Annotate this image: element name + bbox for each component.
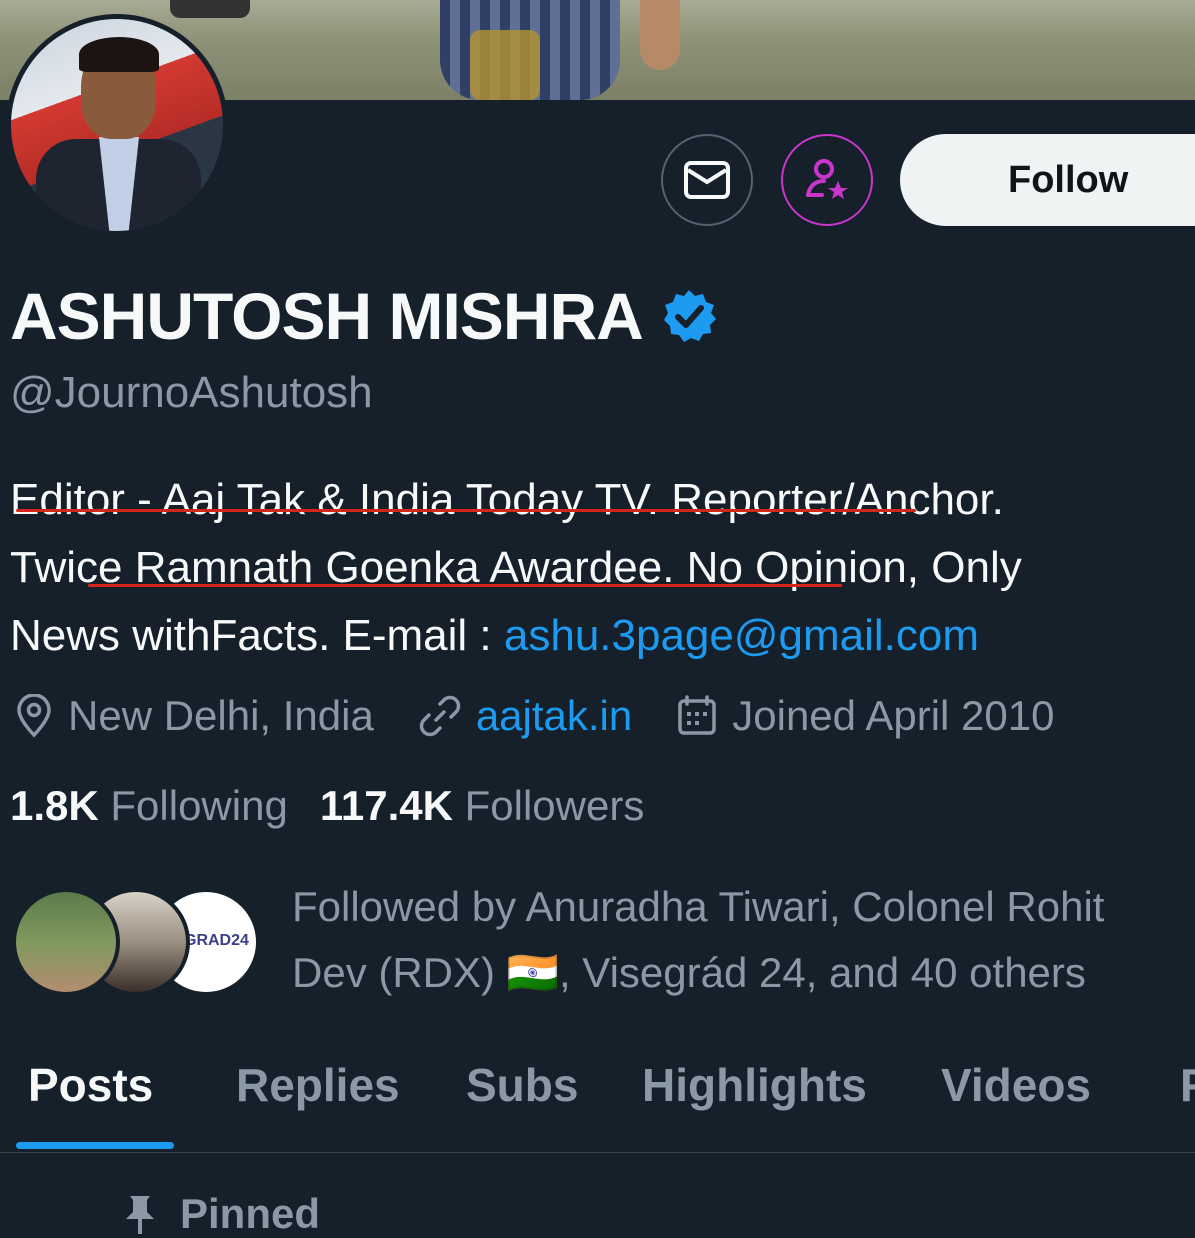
red-underline-2 [88, 584, 842, 587]
following-label: Following [110, 782, 288, 829]
profile-bio: Editor - Aaj Tak & India Today TV. Repor… [10, 466, 1190, 670]
subscribe-star-icon [806, 159, 848, 199]
tab-subs[interactable]: Subs [466, 1058, 578, 1112]
meta-joined: Joined April 2010 [676, 692, 1055, 740]
joined-text: Joined April 2010 [732, 692, 1055, 739]
message-button[interactable] [661, 134, 753, 226]
followed-by-line-2: Dev (RDX) 🇮🇳, Visegrád 24, and 40 others [292, 949, 1086, 996]
pinned-label: Pinned [180, 1190, 321, 1237]
followed-by-text[interactable]: Followed by Anuradha Tiwari, Colonel Roh… [292, 874, 1182, 1006]
following-link[interactable]: 1.8K Following [10, 782, 288, 829]
red-underline-1 [16, 509, 916, 512]
meta-location: New Delhi, India [14, 692, 374, 740]
avatar-hair [79, 37, 159, 72]
profile-name: ASHUTOSH MISHRA [10, 279, 644, 353]
mail-icon [684, 161, 730, 199]
pinned-header: Pinned [120, 1190, 320, 1238]
website-link[interactable]: aajtak.in [476, 692, 632, 740]
profile-tabs: Posts Replies Subs Highlights Videos F [0, 1052, 1195, 1153]
link-icon [419, 695, 461, 737]
pin-icon [126, 1196, 154, 1234]
bio-email-link[interactable]: ashu.3page@gmail.com [504, 611, 979, 660]
meta-website[interactable]: aajtak.in [418, 692, 632, 740]
follow-stats: 1.8K Following 117.4K Followers [10, 782, 644, 830]
followers-link[interactable]: 117.4K Followers [320, 782, 645, 829]
avatar-3-text: GRAD24 [184, 932, 249, 949]
profile-avatar[interactable] [6, 14, 228, 236]
followers-count: 117.4K [319, 782, 453, 829]
bio-line-3-text: News withFacts. E-mail : [10, 611, 504, 660]
banner-arm [640, 0, 680, 70]
followers-label: Followers [464, 782, 645, 829]
profile-handle: @JournoAshutosh [10, 368, 373, 417]
followed-by-avatar-1[interactable] [12, 888, 120, 996]
subscribe-button[interactable] [781, 134, 873, 226]
bio-line-2: Twice Ramnath Goenka Awardee. No Opinion… [10, 543, 1022, 592]
profile-name-row: ASHUTOSH MISHRA [10, 278, 717, 354]
active-tab-indicator [16, 1142, 174, 1149]
tab-replies[interactable]: Replies [236, 1058, 400, 1112]
profile-meta: New Delhi, India aajtak.in Joined April … [14, 688, 1099, 744]
followed-by-line-1: Followed by Anuradha Tiwari, Colonel Roh… [292, 883, 1105, 930]
follow-button[interactable]: Follow [900, 134, 1195, 226]
location-pin-icon [17, 694, 51, 738]
banner-bag [470, 30, 540, 100]
banner-feet [170, 0, 250, 18]
bio-line-1: Editor - Aaj Tak & India Today TV. Repor… [10, 475, 1004, 524]
tab-highlights[interactable]: Highlights [642, 1058, 867, 1112]
avatar-photo [11, 19, 223, 231]
tab-posts[interactable]: Posts [28, 1058, 153, 1112]
bio-line-3: News withFacts. E-mail : ashu.3page@gmai… [10, 602, 1190, 670]
verified-badge-icon [663, 290, 716, 342]
location-text: New Delhi, India [68, 692, 374, 739]
calendar-icon [678, 695, 716, 735]
following-count: 1.8K [10, 782, 99, 829]
tab-videos[interactable]: Videos [941, 1058, 1091, 1112]
tab-overflow[interactable]: F [1180, 1058, 1195, 1112]
